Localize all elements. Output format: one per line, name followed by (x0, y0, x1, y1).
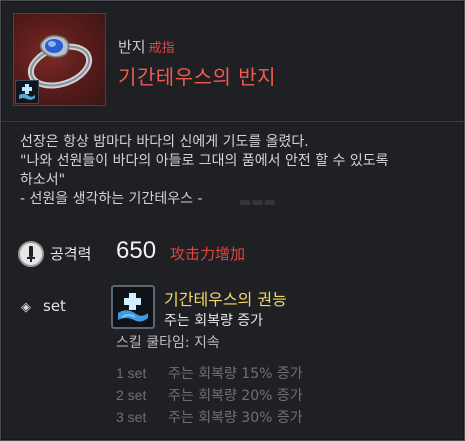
set-bonus-text: 주는 회복량 20% 증가 (168, 388, 303, 404)
item-category: 반지 戒指 (118, 38, 175, 56)
set-bonus-row: 2 set 주는 회복량 20% 증가 (116, 385, 303, 407)
description-line: 하소서" (20, 172, 66, 188)
attack-cn-label: 攻击力增加 (170, 245, 246, 263)
heal-skill-icon (15, 80, 39, 104)
attack-value: 650 (116, 237, 157, 264)
set-skill-title: 기간테우스의 권능 (164, 290, 287, 309)
set-diamond-icon: ◈ (21, 300, 31, 315)
description-line: "나와 선원들이 바다의 아들로 그대의 품에서 안전 할 수 있도록 (20, 153, 389, 169)
set-label: set (43, 297, 66, 315)
set-bonus-text: 주는 회복량 30% 증가 (168, 410, 303, 426)
item-tooltip: 반지 戒指 기간테우스의 반지 ▬▬▬ 선장은 항상 밤마다 바다의 신에게 기도… (0, 0, 465, 441)
set-count: 2 set (116, 387, 147, 403)
attack-icon (18, 241, 44, 267)
set-bonus-list: 1 set 주는 회복량 15% 증가 2 set 주는 회복량 20% 증가 3 … (116, 363, 303, 429)
set-bonus-row: 3 set 주는 회복량 30% 증가 (116, 407, 303, 429)
description-line: - 선원을 생각하는 기간테우스 - (20, 191, 203, 207)
item-description: 선장은 항상 밤마다 바다의 신에게 기도를 올렸다. "나와 선원들이 바다의… (20, 133, 450, 209)
skill-cooldown: 스킬 쿨타임: 지속 (116, 335, 220, 351)
set-bonus-text: 주는 회복량 15% 증가 (168, 366, 303, 382)
item-icon-frame (13, 13, 106, 106)
set-count: 3 set (116, 409, 147, 425)
set-bonus-row: 1 set 주는 회복량 15% 증가 (116, 363, 303, 385)
set-count: 1 set (116, 365, 147, 381)
item-category-cn: 戒指 (148, 41, 175, 56)
description-line: 선장은 항상 밤마다 바다의 신에게 기도를 올렸다. (20, 134, 309, 150)
attack-label: 공격력 (50, 245, 92, 263)
tooltip-header: 반지 戒指 기간테우스의 반지 (1, 1, 464, 121)
set-skill-icon (111, 285, 155, 329)
set-skill-subtitle: 주는 회복량 증가 (164, 313, 264, 329)
item-name: 기간테우스의 반지 (118, 65, 277, 89)
header-divider (1, 121, 464, 122)
